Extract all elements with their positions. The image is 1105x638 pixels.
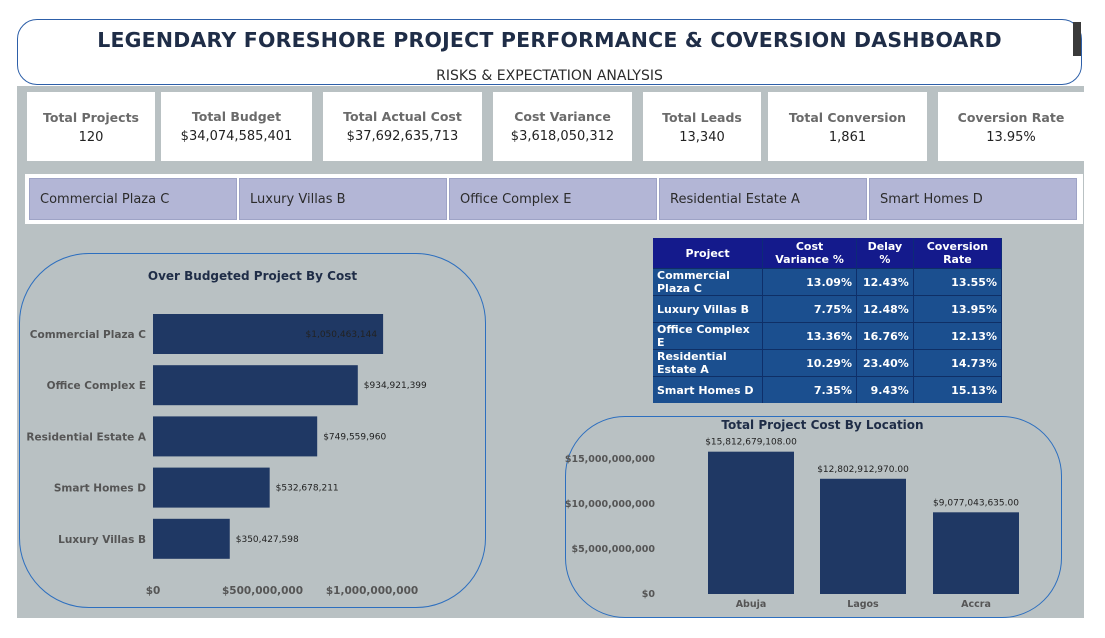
kpi-label: Total Projects bbox=[42, 110, 139, 125]
kpi-label: Total Actual Cost bbox=[343, 109, 462, 124]
kpi-cost-variance: Cost Variance $3,618,050,312 bbox=[493, 92, 632, 161]
kpi-total-leads: Total Leads 13,340 bbox=[643, 92, 761, 161]
kpi-label: Cost Variance bbox=[514, 109, 611, 124]
table-cell: Commercial Plaza C bbox=[653, 268, 764, 296]
table-row: Luxury Villas B 7.75% 12.48% 13.95% bbox=[653, 295, 1003, 323]
table-cell: 13.09% bbox=[762, 268, 857, 296]
table-cell: 14.73% bbox=[913, 349, 1003, 377]
dashboard-title: LEGENDARY FORESHORE PROJECT PERFORMANCE … bbox=[97, 28, 1002, 52]
table-cell: 12.43% bbox=[856, 268, 914, 296]
x-tick-label: $1,000,000,000 bbox=[326, 585, 418, 597]
kpi-value: 120 bbox=[78, 130, 104, 145]
data-label: $934,921,399 bbox=[364, 381, 427, 391]
x-tick-label: $500,000,000 bbox=[222, 585, 303, 597]
table-cell: 13.55% bbox=[913, 268, 1003, 296]
bar bbox=[933, 512, 1019, 594]
table-header-delay: Delay % bbox=[856, 238, 914, 269]
kpi-label: Total Budget bbox=[191, 109, 282, 124]
kpi-label: Total Leads bbox=[662, 110, 742, 125]
y-tick-label: $5,000,000,000 bbox=[571, 544, 655, 555]
table-cell: 15.13% bbox=[913, 376, 1003, 403]
location-chart: $0 $5,000,000,000 $10,000,000,000 $15,000,0… bbox=[565, 438, 1019, 610]
table-row: Commercial Plaza C 13.09% 12.43% 13.55% bbox=[653, 268, 1003, 296]
kpi-label: Coversion Rate bbox=[957, 110, 1065, 125]
table-cell: 9.43% bbox=[856, 376, 914, 403]
slicer-commercial-plaza-c[interactable]: Commercial Plaza C bbox=[29, 178, 237, 220]
table-cell: Office Complex E bbox=[653, 322, 764, 350]
data-label: $749,559,960 bbox=[323, 432, 386, 442]
table-row: Residential Estate A 10.29% 23.40% 14.73… bbox=[653, 349, 1003, 377]
table-header-row: Project Cost Variance % Delay % Coversio… bbox=[653, 238, 1003, 269]
table-cell: Luxury Villas B bbox=[653, 295, 764, 323]
kpi-value: $34,074,585,401 bbox=[180, 129, 293, 144]
table-cell: Residential Estate A bbox=[653, 349, 764, 377]
kpi-value: $37,692,635,713 bbox=[346, 129, 459, 144]
kpi-value: 13.95% bbox=[986, 130, 1036, 145]
data-label: $532,678,211 bbox=[276, 484, 339, 494]
kpi-conversion-rate: Coversion Rate 13.95% bbox=[938, 92, 1084, 161]
table-cell: 7.75% bbox=[762, 295, 857, 323]
table-cell: 7.35% bbox=[762, 376, 857, 403]
project-metrics-table: Project Cost Variance % Delay % Coversio… bbox=[653, 238, 1003, 403]
x-tick-label: Lagos bbox=[847, 599, 879, 610]
x-tick-label: Accra bbox=[961, 599, 991, 610]
data-label: $1,050,463,144 bbox=[306, 330, 378, 340]
table-row: Office Complex E 13.36% 16.76% 12.13% bbox=[653, 322, 1003, 350]
data-label: $15,812,679,108.00 bbox=[705, 438, 797, 448]
kpi-label: Total Conversion bbox=[788, 110, 907, 125]
table-cell: 10.29% bbox=[762, 349, 857, 377]
bar bbox=[153, 467, 270, 508]
table-header-cost-variance: Cost Variance % bbox=[762, 238, 857, 269]
y-tick-label: $15,000,000,000 bbox=[565, 454, 655, 465]
table-header-project: Project bbox=[653, 238, 764, 269]
kpi-total-projects: Total Projects 120 bbox=[27, 92, 155, 161]
kpi-value: $3,618,050,312 bbox=[510, 129, 615, 144]
kpi-total-actual-cost: Total Actual Cost $37,692,635,713 bbox=[323, 92, 482, 161]
data-label: $350,427,598 bbox=[236, 535, 299, 545]
kpi-value: 13,340 bbox=[679, 130, 725, 145]
slicer-luxury-villas-b[interactable]: Luxury Villas B bbox=[239, 178, 447, 220]
x-tick-label: $0 bbox=[146, 585, 161, 597]
dashboard-subtitle: RISKS & EXPECTATION ANALYSIS bbox=[436, 68, 663, 84]
table-cell: 12.13% bbox=[913, 322, 1003, 350]
y-tick-label: $10,000,000,000 bbox=[565, 499, 655, 510]
slicer-smart-homes-d[interactable]: Smart Homes D bbox=[869, 178, 1077, 220]
slicer-residential-estate-a[interactable]: Residential Estate A bbox=[659, 178, 867, 220]
kpi-value: 1,861 bbox=[828, 130, 867, 145]
bar bbox=[708, 451, 794, 594]
dashboard-header: LEGENDARY FORESHORE PROJECT PERFORMANCE … bbox=[17, 19, 1082, 85]
category-label: Office Complex E bbox=[47, 380, 146, 392]
category-label: Smart Homes D bbox=[54, 483, 146, 495]
table-cell: 13.36% bbox=[762, 322, 857, 350]
table-cell: 23.40% bbox=[856, 349, 914, 377]
category-label: Residential Estate A bbox=[26, 431, 146, 443]
kpi-total-conversion: Total Conversion 1,861 bbox=[768, 92, 927, 161]
table-row: Smart Homes D 7.35% 9.43% 15.13% bbox=[653, 376, 1003, 403]
table-cell: 16.76% bbox=[856, 322, 914, 350]
slicer-office-complex-e[interactable]: Office Complex E bbox=[449, 178, 657, 220]
table-header-conversion-rate: Coversion Rate bbox=[913, 238, 1003, 269]
bar bbox=[153, 365, 358, 406]
data-label: $9,077,043,635.00 bbox=[933, 498, 1019, 508]
category-label: Luxury Villas B bbox=[58, 534, 146, 546]
data-label: $12,802,912,970.00 bbox=[817, 465, 909, 475]
bar bbox=[153, 518, 230, 559]
category-label: Commercial Plaza C bbox=[30, 329, 146, 341]
kpi-total-budget: Total Budget $34,074,585,401 bbox=[161, 92, 312, 161]
table-cell: Smart Homes D bbox=[653, 376, 764, 403]
table-cell: 12.48% bbox=[856, 295, 914, 323]
bar bbox=[153, 416, 318, 457]
table-cell: 13.95% bbox=[913, 295, 1003, 323]
scroll-indicator bbox=[1073, 22, 1081, 56]
x-tick-label: Abuja bbox=[736, 599, 767, 610]
over-budget-chart: Commercial Plaza C $1,050,463,144 Office C… bbox=[26, 314, 427, 597]
y-tick-label: $0 bbox=[642, 589, 656, 600]
bar bbox=[820, 478, 906, 594]
